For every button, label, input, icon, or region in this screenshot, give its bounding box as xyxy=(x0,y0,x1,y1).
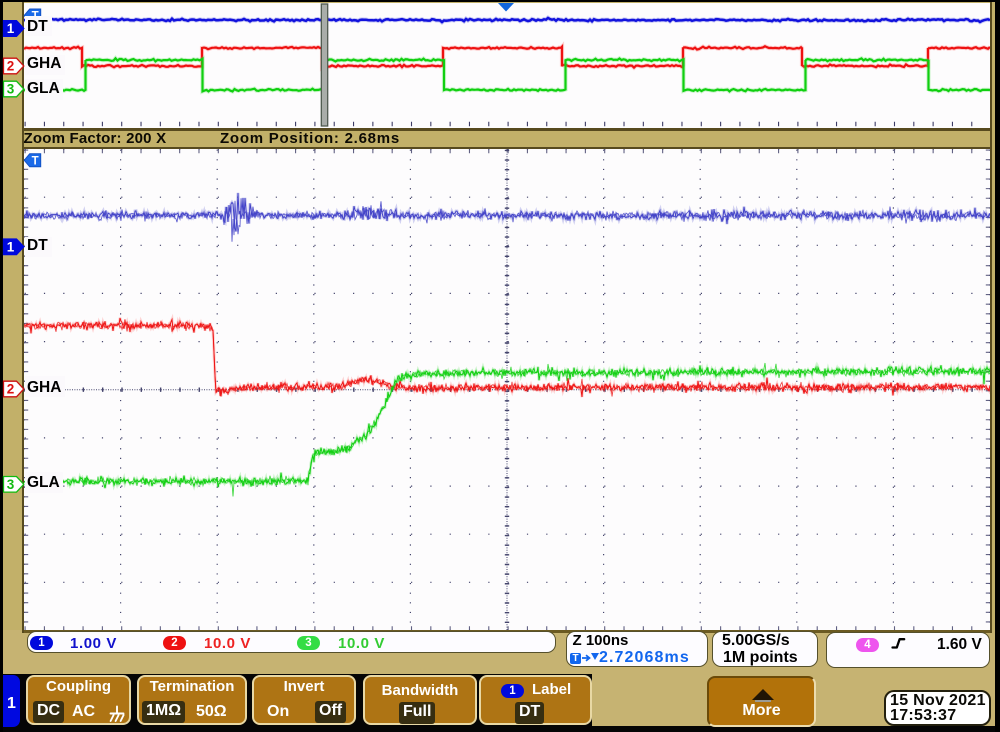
svg-text:2: 2 xyxy=(7,59,15,74)
svg-text:1: 1 xyxy=(7,21,15,36)
svg-text:3: 3 xyxy=(7,477,15,492)
svg-text:2: 2 xyxy=(7,382,15,397)
svg-text:3: 3 xyxy=(7,82,15,97)
svg-text:T: T xyxy=(32,156,39,168)
svg-text:1: 1 xyxy=(7,239,15,254)
